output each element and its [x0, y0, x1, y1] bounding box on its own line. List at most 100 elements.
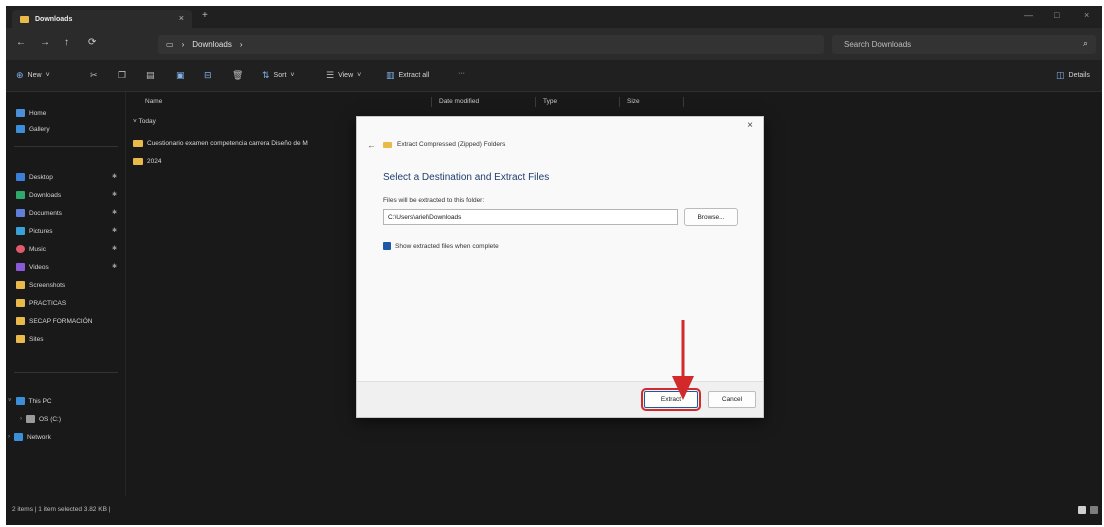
copy-button[interactable]: ❐: [118, 70, 126, 81]
column-header-size[interactable]: Size: [627, 98, 640, 105]
breadcrumb-separator: ›: [239, 40, 243, 49]
destination-path-input[interactable]: C:\Users\ariel\Downloads: [383, 209, 678, 225]
back-icon[interactable]: ←: [16, 37, 26, 48]
address-bar[interactable]: ▭ › Downloads ›: [158, 35, 824, 54]
show-extracted-files-checkbox[interactable]: Show extracted files when complete: [383, 242, 499, 250]
refresh-icon[interactable]: ⟳: [88, 37, 96, 48]
file-explorer-window: Downloads × + — □ × ← → ↑ ⟳ ▭ › Download…: [6, 6, 1102, 525]
tab-close-icon[interactable]: ×: [179, 13, 184, 23]
breadcrumb-separator: ›: [181, 40, 185, 49]
paste-button[interactable]: ▤: [146, 70, 155, 81]
new-tab-icon[interactable]: +: [202, 10, 208, 21]
sidebar-item-secap-formacion[interactable]: SECAP FORMACIÓN: [16, 314, 92, 328]
sidebar-item-practicas[interactable]: PRACTICAS: [16, 296, 66, 310]
column-header-type[interactable]: Type: [543, 98, 557, 105]
videos-icon: [16, 263, 25, 271]
sidebar-item-this-pc[interactable]: ˅ This PC: [8, 394, 52, 408]
sidebar-item-gallery[interactable]: Gallery: [16, 122, 50, 136]
delete-button[interactable]: 🗑: [232, 70, 243, 81]
new-label: New: [27, 72, 42, 79]
details-label: Details: [1068, 72, 1090, 79]
folder-icon: [16, 299, 25, 307]
sidebar-item-label: Pictures: [29, 227, 53, 235]
destination-label: Files will be extracted to this folder:: [383, 197, 485, 204]
extract-all-button[interactable]: ▥ Extract all: [386, 70, 429, 81]
cut-button[interactable]: ✂: [90, 70, 98, 81]
navigation-pane: Home Gallery Desktop ✱ Downloads ✱ Docum…: [6, 92, 126, 496]
tiles-view-icon[interactable]: [1090, 506, 1098, 514]
chevron-right-icon: ›: [8, 434, 10, 440]
sort-label: Sort: [273, 72, 287, 79]
list-item[interactable]: 2024: [133, 158, 161, 165]
sidebar-item-label: PRACTICAS: [29, 299, 67, 307]
dialog-header: Extract Compressed (Zipped) Folders: [383, 141, 505, 148]
minimize-icon[interactable]: —: [1024, 10, 1033, 20]
zip-folder-icon: [383, 141, 392, 148]
cancel-button[interactable]: Cancel: [708, 391, 756, 408]
sidebar-item-home[interactable]: Home: [16, 106, 46, 120]
dialog-title: Select a Destination and Extract Files: [383, 172, 550, 183]
breadcrumb-downloads[interactable]: Downloads: [192, 40, 232, 49]
view-button[interactable]: ☰ View ˅: [326, 70, 361, 81]
sidebar-item-desktop[interactable]: Desktop: [16, 170, 53, 184]
list-item[interactable]: Cuestionario examen competencia carrera …: [133, 140, 308, 147]
details-button[interactable]: ◫ Details: [1056, 70, 1090, 81]
desktop-icon: [16, 173, 25, 181]
sidebar-item-screenshots[interactable]: Screenshots: [16, 278, 65, 292]
extract-icon: ▥: [386, 70, 395, 80]
new-button[interactable]: ⊕ New ˅: [16, 70, 50, 81]
pin-icon: ✱: [112, 264, 118, 270]
close-window-icon[interactable]: ×: [1084, 10, 1089, 20]
maximize-icon[interactable]: □: [1054, 10, 1059, 20]
extract-dialog: × ← Extract Compressed (Zipped) Folders …: [356, 116, 764, 418]
sort-button[interactable]: ⇅ Sort ˅: [262, 70, 294, 81]
search-input[interactable]: Search Downloads ⌕: [832, 35, 1096, 54]
tab-downloads[interactable]: Downloads ×: [12, 10, 192, 28]
browse-button[interactable]: Browse...: [684, 208, 738, 226]
pin-icon: ✱: [112, 246, 118, 252]
file-name: Cuestionario examen competencia carrera …: [147, 140, 308, 147]
column-divider[interactable]: [683, 97, 684, 107]
dialog-close-icon[interactable]: ×: [747, 120, 753, 131]
share-button[interactable]: ⊟: [204, 70, 212, 81]
monitor-icon: ▭: [166, 40, 174, 49]
pin-icon: ✱: [112, 192, 118, 198]
sidebar-item-network[interactable]: › Network: [8, 430, 51, 444]
scissors-icon: ✂: [90, 70, 98, 80]
chevron-down-icon: ˅: [45, 72, 50, 79]
sidebar-item-downloads[interactable]: Downloads: [16, 188, 61, 202]
more-options-button[interactable]: ···: [458, 70, 465, 77]
gallery-icon: [16, 125, 25, 133]
status-text: 2 items | 1 item selected 3.82 KB |: [12, 506, 111, 513]
sort-icon: ⇅: [262, 70, 270, 80]
group-header-today[interactable]: ˅ Today: [133, 118, 156, 125]
sidebar-item-sites[interactable]: Sites: [16, 332, 43, 346]
column-divider[interactable]: [619, 97, 620, 107]
navigation-bar: ← → ↑ ⟳ ▭ › Downloads › Search Downloads…: [6, 28, 1102, 60]
search-icon: ⌕: [1082, 38, 1088, 48]
file-name: 2024: [147, 158, 162, 165]
drive-icon: [26, 415, 35, 423]
folder-icon: [20, 15, 29, 23]
dialog-back-icon[interactable]: ←: [367, 140, 376, 150]
sidebar-item-pictures[interactable]: Pictures: [16, 224, 52, 238]
sidebar-item-label: Music: [29, 245, 46, 253]
column-header-name[interactable]: Name: [145, 98, 162, 105]
column-divider[interactable]: [535, 97, 536, 107]
sidebar-item-music[interactable]: Music: [16, 242, 46, 256]
details-view-icon[interactable]: [1078, 506, 1086, 514]
folder-icon: [16, 317, 25, 325]
column-header-date[interactable]: Date modified: [439, 98, 479, 105]
sidebar-item-documents[interactable]: Documents: [16, 206, 62, 220]
destination-path-value: C:\Users\ariel\Downloads: [388, 213, 462, 221]
column-divider[interactable]: [431, 97, 432, 107]
plus-icon: ⊕: [16, 70, 24, 80]
pictures-icon: [16, 227, 25, 235]
sidebar-item-videos[interactable]: Videos: [16, 260, 49, 274]
trash-icon: 🗑: [232, 70, 244, 80]
sidebar-item-os-drive[interactable]: › OS (C:): [20, 412, 61, 426]
rename-button[interactable]: ▣: [176, 70, 185, 81]
computer-icon: [15, 397, 25, 405]
up-icon[interactable]: ↑: [64, 37, 69, 48]
forward-icon[interactable]: →: [40, 37, 50, 48]
